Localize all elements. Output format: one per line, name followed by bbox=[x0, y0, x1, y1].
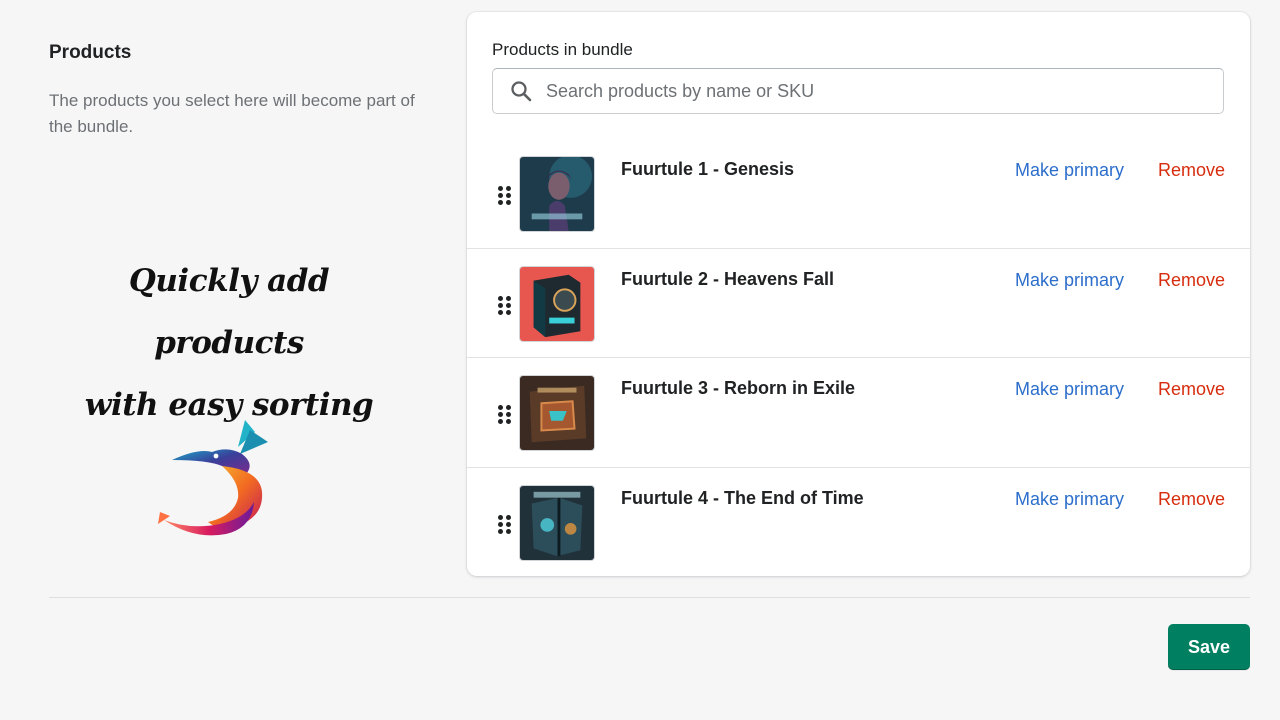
product-name: Fuurtule 2 - Heavens Fall bbox=[621, 268, 835, 289]
footer-divider bbox=[49, 597, 1250, 598]
product-row[interactable]: Fuurtule 1 - Genesis Make primary Remove bbox=[467, 139, 1250, 249]
search-field[interactable] bbox=[492, 68, 1224, 114]
promo-caption: Quickly add products with easy sorting bbox=[49, 250, 409, 436]
bundle-products-card: Products in bundle Search products by na… bbox=[467, 12, 1250, 576]
remove-button[interactable]: Remove bbox=[1158, 489, 1225, 510]
promo-line-1: Quickly add products bbox=[128, 263, 330, 361]
product-thumbnail bbox=[519, 484, 595, 561]
card-label: Products in bundle bbox=[492, 40, 633, 59]
section-title: Products bbox=[49, 42, 132, 63]
drag-handle-icon[interactable] bbox=[498, 405, 512, 425]
product-row[interactable]: Fuurtule 2 - Heavens Fall Make primary R… bbox=[467, 249, 1250, 358]
save-button[interactable]: Save bbox=[1168, 624, 1250, 670]
drag-handle-icon[interactable] bbox=[498, 186, 512, 206]
product-name: Fuurtule 3 - Reborn in Exile bbox=[621, 378, 856, 398]
section-info: Products The products you select here wi… bbox=[49, 40, 419, 140]
make-primary-button[interactable]: Make primary bbox=[1015, 489, 1124, 510]
remove-button[interactable]: Remove bbox=[1158, 270, 1225, 291]
product-thumbnail bbox=[519, 375, 595, 451]
product-row[interactable]: Fuurtule 4 - The End of Time Make primar… bbox=[467, 468, 1250, 577]
hummingbird-logo bbox=[158, 420, 268, 536]
section-description: The products you select here will become… bbox=[49, 91, 415, 136]
product-thumbnail bbox=[519, 156, 595, 232]
make-primary-button[interactable]: Make primary bbox=[1015, 160, 1124, 181]
search-input[interactable] bbox=[546, 80, 1186, 102]
page: Products The products you select here wi… bbox=[0, 0, 1280, 720]
product-list: Fuurtule 1 - Genesis Make primary Remove bbox=[467, 139, 1250, 576]
remove-button[interactable]: Remove bbox=[1158, 379, 1225, 400]
remove-button[interactable]: Remove bbox=[1158, 160, 1225, 181]
product-row[interactable]: Fuurtule 3 - Reborn in Exile Make primar… bbox=[467, 358, 1250, 468]
make-primary-button[interactable]: Make primary bbox=[1015, 379, 1124, 400]
search-icon bbox=[511, 81, 532, 102]
make-primary-button[interactable]: Make primary bbox=[1015, 270, 1124, 291]
drag-handle-icon[interactable] bbox=[498, 295, 512, 316]
product-name: Fuurtule 4 - The End of Time bbox=[621, 487, 864, 508]
drag-handle-icon[interactable] bbox=[498, 514, 512, 535]
product-thumbnail bbox=[519, 265, 595, 342]
product-name: Fuurtule 1 - Genesis bbox=[621, 159, 795, 179]
